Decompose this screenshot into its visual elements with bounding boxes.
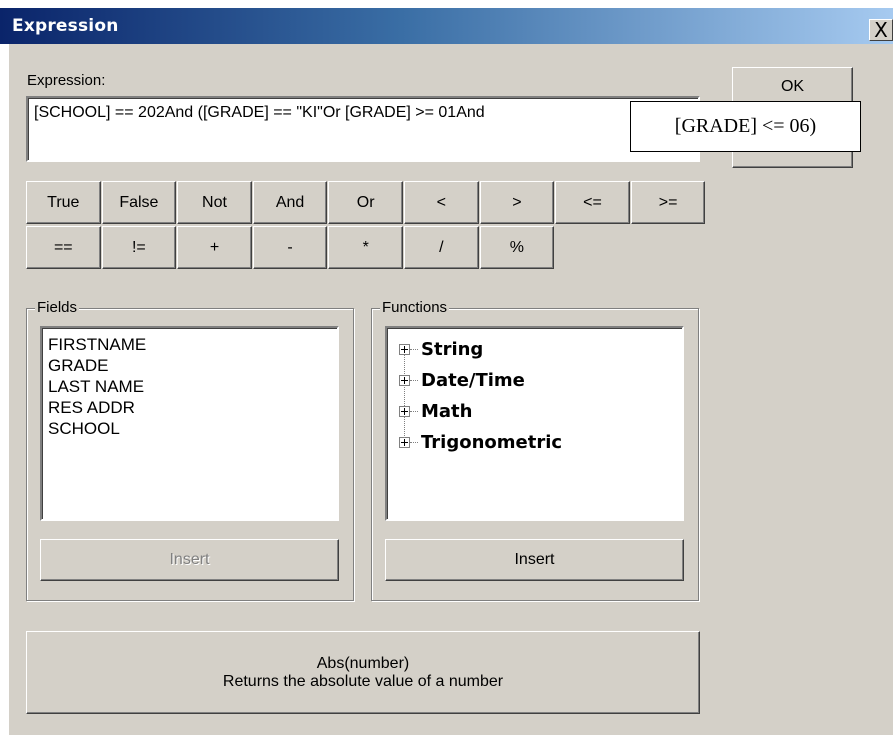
- operator-label: -: [287, 238, 293, 256]
- operator-or-button[interactable]: Or: [328, 181, 403, 224]
- operator-modulo-button[interactable]: %: [479, 226, 555, 269]
- tree-item-label: Date/Time: [421, 370, 525, 391]
- operator-label: %: [509, 238, 524, 256]
- operator-and-button[interactable]: And: [252, 181, 328, 224]
- tree-item-trigonometric[interactable]: Trigonometric: [387, 427, 677, 458]
- expand-plus-icon[interactable]: [399, 437, 410, 448]
- operator-divide-button[interactable]: /: [404, 226, 479, 269]
- expand-plus-icon[interactable]: [399, 406, 410, 417]
- tree-item-math[interactable]: Math: [387, 396, 677, 427]
- functions-tree[interactable]: String Date/Time Math Trigonometric: [385, 326, 684, 521]
- operator-less-equal-button[interactable]: <=: [555, 181, 630, 224]
- fields-insert-button[interactable]: Insert: [40, 539, 339, 581]
- operator-minus-button[interactable]: -: [252, 226, 328, 269]
- operator-label: !=: [131, 238, 146, 256]
- functions-insert-label: Insert: [514, 551, 555, 568]
- field-item-school[interactable]: SCHOOL: [48, 418, 146, 439]
- operator-label: <=: [583, 193, 602, 211]
- field-item-last-name[interactable]: LAST NAME: [48, 376, 146, 397]
- operator-label: Not: [202, 193, 227, 211]
- operator-label: +: [209, 238, 220, 256]
- close-icon: X: [874, 18, 888, 42]
- operator-label: <: [436, 193, 446, 211]
- field-item-grade[interactable]: GRADE: [48, 355, 146, 376]
- field-item-res-addr[interactable]: RES ADDR: [48, 397, 146, 418]
- operator-not-button[interactable]: Not: [177, 181, 252, 224]
- functions-insert-button[interactable]: Insert: [385, 539, 684, 581]
- operator-label: False: [119, 193, 159, 211]
- tree-item-date-time[interactable]: Date/Time: [387, 365, 677, 396]
- tree-item-label: Math: [421, 401, 473, 422]
- operator-not-equals-button[interactable]: !=: [101, 226, 177, 269]
- function-signature: Abs(number): [316, 654, 410, 672]
- tooltip-text: [GRADE] <= 06): [674, 115, 817, 137]
- operator-false-button[interactable]: False: [101, 181, 177, 224]
- expression-tooltip: [GRADE] <= 06): [630, 101, 861, 152]
- window-title: Expression: [12, 16, 119, 36]
- operator-multiply-button[interactable]: *: [328, 226, 403, 269]
- operator-label: /: [439, 238, 444, 256]
- function-description: Returns the absolute value of a number: [222, 672, 504, 690]
- expression-value: [SCHOOL] == 202And ([GRADE] == "KI"Or [G…: [34, 104, 485, 121]
- operator-label: True: [47, 193, 80, 211]
- operator-plus-button[interactable]: +: [177, 226, 252, 269]
- operator-label: *: [362, 238, 369, 256]
- operator-label: And: [275, 193, 305, 211]
- fields-list[interactable]: FIRSTNAME GRADE LAST NAME RES ADDR SCHOO…: [40, 326, 339, 521]
- fields-group-label: Fields: [35, 299, 80, 316]
- operator-greater-than-button[interactable]: >: [479, 181, 555, 224]
- operator-label: >: [512, 193, 522, 211]
- functions-group-label: Functions: [380, 299, 450, 316]
- tree-item-label: String: [421, 339, 484, 360]
- title-bar: Expression X: [0, 8, 893, 44]
- ok-label: OK: [780, 78, 805, 95]
- operator-true-button[interactable]: True: [26, 181, 101, 224]
- operator-label: >=: [658, 193, 678, 211]
- function-description-panel: Abs(number) Returns the absolute value o…: [26, 631, 700, 714]
- operator-less-than-button[interactable]: <: [404, 181, 479, 224]
- fields-insert-label: Insert: [169, 551, 210, 568]
- expression-input[interactable]: [SCHOOL] == 202And ([GRADE] == "KI"Or [G…: [26, 96, 700, 162]
- operator-equals-button[interactable]: ==: [26, 226, 101, 269]
- tree-item-label: Trigonometric: [421, 432, 563, 453]
- tree-item-string[interactable]: String: [387, 334, 677, 365]
- close-button[interactable]: X: [869, 19, 893, 41]
- operator-greater-equal-button[interactable]: >=: [630, 181, 706, 224]
- expand-plus-icon[interactable]: [399, 344, 410, 355]
- field-item-firstname[interactable]: FIRSTNAME: [48, 334, 146, 355]
- expression-label: Expression:: [27, 72, 106, 89]
- expand-plus-icon[interactable]: [399, 375, 410, 386]
- operator-label: ==: [53, 238, 73, 256]
- operator-label: Or: [356, 193, 375, 211]
